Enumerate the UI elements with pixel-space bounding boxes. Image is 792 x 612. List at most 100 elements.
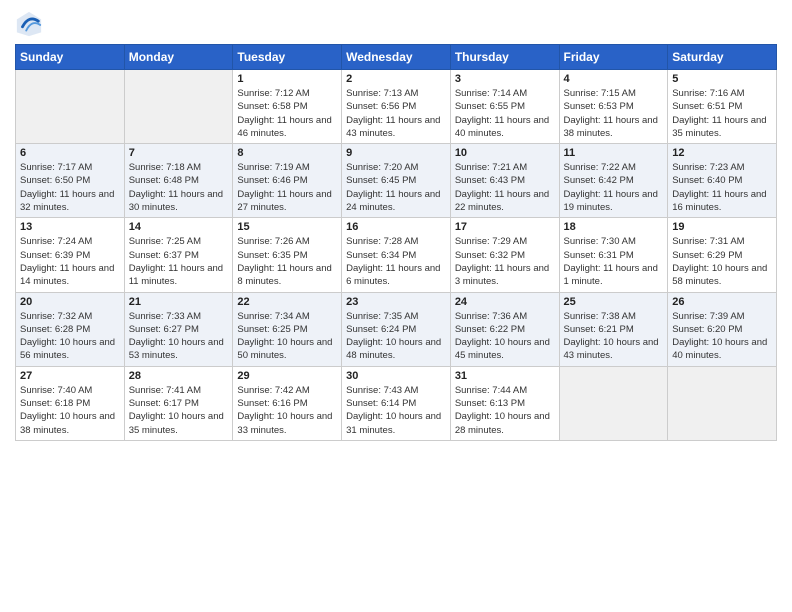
day-info: Sunrise: 7:23 AM Sunset: 6:40 PM Dayligh… — [672, 161, 772, 214]
calendar-body: 1 Sunrise: 7:12 AM Sunset: 6:58 PM Daylig… — [16, 70, 777, 441]
calendar-cell: 12 Sunrise: 7:23 AM Sunset: 6:40 PM Dayli… — [668, 144, 777, 218]
day-number: 14 — [129, 221, 229, 233]
day-number: 3 — [455, 73, 555, 85]
day-info: Sunrise: 7:30 AM Sunset: 6:31 PM Dayligh… — [564, 235, 664, 288]
day-info: Sunrise: 7:20 AM Sunset: 6:45 PM Dayligh… — [346, 161, 446, 214]
calendar-cell: 17 Sunrise: 7:29 AM Sunset: 6:32 PM Dayli… — [450, 218, 559, 292]
calendar-cell: 5 Sunrise: 7:16 AM Sunset: 6:51 PM Daylig… — [668, 70, 777, 144]
calendar-cell: 19Sunrise: 7:31 AM Sunset: 6:29 PM Dayli… — [668, 218, 777, 292]
calendar-cell: 11 Sunrise: 7:22 AM Sunset: 6:42 PM Dayli… — [559, 144, 668, 218]
day-info: Sunrise: 7:15 AM Sunset: 6:53 PM Dayligh… — [564, 87, 664, 140]
day-info: Sunrise: 7:16 AM Sunset: 6:51 PM Dayligh… — [672, 87, 772, 140]
calendar-cell — [124, 70, 233, 144]
day-info: Sunrise: 7:38 AM Sunset: 6:21 PM Dayligh… — [564, 310, 664, 363]
day-number: 1 — [237, 73, 337, 85]
day-info: Sunrise: 7:13 AM Sunset: 6:56 PM Dayligh… — [346, 87, 446, 140]
calendar-cell: 29 Sunrise: 7:42 AM Sunset: 6:16 PM Dayli… — [233, 366, 342, 440]
calendar-table: Sunday Monday Tuesday Wednesday Thursday… — [15, 44, 777, 441]
calendar-cell: 25 Sunrise: 7:38 AM Sunset: 6:21 PM Dayli… — [559, 292, 668, 366]
day-number: 18 — [564, 221, 664, 233]
calendar-cell: 20 Sunrise: 7:32 AM Sunset: 6:28 PM Dayli… — [16, 292, 125, 366]
day-info: Sunrise: 7:35 AM Sunset: 6:24 PM Dayligh… — [346, 310, 446, 363]
day-number: 25 — [564, 296, 664, 308]
day-info: Sunrise: 7:14 AM Sunset: 6:55 PM Dayligh… — [455, 87, 555, 140]
calendar-cell: 16Sunrise: 7:28 AM Sunset: 6:34 PM Dayli… — [342, 218, 451, 292]
col-thursday: Thursday — [450, 45, 559, 70]
calendar-cell — [16, 70, 125, 144]
day-number: 10 — [455, 147, 555, 159]
day-info: Sunrise: 7:44 AM Sunset: 6:13 PM Dayligh… — [455, 384, 555, 437]
day-number: 31 — [455, 370, 555, 382]
day-number: 12 — [672, 147, 772, 159]
calendar-cell: 2 Sunrise: 7:13 AM Sunset: 6:56 PM Daylig… — [342, 70, 451, 144]
day-info: Sunrise: 7:41 AM Sunset: 6:17 PM Dayligh… — [129, 384, 229, 437]
day-number: 20 — [20, 296, 120, 308]
calendar-cell: 8 Sunrise: 7:19 AM Sunset: 6:46 PM Daylig… — [233, 144, 342, 218]
calendar-cell: 1 Sunrise: 7:12 AM Sunset: 6:58 PM Daylig… — [233, 70, 342, 144]
day-number: 15 — [237, 221, 337, 233]
col-friday: Friday — [559, 45, 668, 70]
calendar-cell: 13 Sunrise: 7:24 AM Sunset: 6:39 PM Dayli… — [16, 218, 125, 292]
day-info: Sunrise: 7:40 AM Sunset: 6:18 PM Dayligh… — [20, 384, 120, 437]
calendar-cell — [559, 366, 668, 440]
day-info: Sunrise: 7:26 AM Sunset: 6:35 PM Dayligh… — [237, 235, 337, 288]
calendar-header: Sunday Monday Tuesday Wednesday Thursday… — [16, 45, 777, 70]
calendar-cell: 7 Sunrise: 7:18 AM Sunset: 6:48 PM Daylig… — [124, 144, 233, 218]
day-info: Sunrise: 7:25 AM Sunset: 6:37 PM Dayligh… — [129, 235, 229, 288]
day-info: Sunrise: 7:33 AM Sunset: 6:27 PM Dayligh… — [129, 310, 229, 363]
header — [15, 10, 777, 38]
day-info: Sunrise: 7:21 AM Sunset: 6:43 PM Dayligh… — [455, 161, 555, 214]
day-info: Sunrise: 7:22 AM Sunset: 6:42 PM Dayligh… — [564, 161, 664, 214]
day-number: 22 — [237, 296, 337, 308]
day-info: Sunrise: 7:32 AM Sunset: 6:28 PM Dayligh… — [20, 310, 120, 363]
day-info: Sunrise: 7:18 AM Sunset: 6:48 PM Dayligh… — [129, 161, 229, 214]
header-row: Sunday Monday Tuesday Wednesday Thursday… — [16, 45, 777, 70]
calendar-cell: 10 Sunrise: 7:21 AM Sunset: 6:43 PM Dayli… — [450, 144, 559, 218]
day-info: Sunrise: 7:24 AM Sunset: 6:39 PM Dayligh… — [20, 235, 120, 288]
day-number: 21 — [129, 296, 229, 308]
day-info: Sunrise: 7:29 AM Sunset: 6:32 PM Dayligh… — [455, 235, 555, 288]
calendar-cell: 23 Sunrise: 7:35 AM Sunset: 6:24 PM Dayli… — [342, 292, 451, 366]
day-number: 4 — [564, 73, 664, 85]
day-info: Sunrise: 7:36 AM Sunset: 6:22 PM Dayligh… — [455, 310, 555, 363]
day-info: Sunrise: 7:12 AM Sunset: 6:58 PM Dayligh… — [237, 87, 337, 140]
calendar-cell: 9 Sunrise: 7:20 AM Sunset: 6:45 PM Daylig… — [342, 144, 451, 218]
calendar-cell: 14 Sunrise: 7:25 AM Sunset: 6:37 PM Dayli… — [124, 218, 233, 292]
day-info: Sunrise: 7:28 AM Sunset: 6:34 PM Dayligh… — [346, 235, 446, 288]
day-info: Sunrise: 7:39 AM Sunset: 6:20 PM Dayligh… — [672, 310, 772, 363]
calendar-cell: 6Sunrise: 7:17 AM Sunset: 6:50 PM Daylig… — [16, 144, 125, 218]
day-number: 27 — [20, 370, 120, 382]
day-number: 7 — [129, 147, 229, 159]
calendar-cell: 31 Sunrise: 7:44 AM Sunset: 6:13 PM Dayli… — [450, 366, 559, 440]
col-wednesday: Wednesday — [342, 45, 451, 70]
day-info: Sunrise: 7:42 AM Sunset: 6:16 PM Dayligh… — [237, 384, 337, 437]
day-number: 11 — [564, 147, 664, 159]
day-number: 2 — [346, 73, 446, 85]
day-number: 23 — [346, 296, 446, 308]
calendar-week-1: 1 Sunrise: 7:12 AM Sunset: 6:58 PM Daylig… — [16, 70, 777, 144]
calendar-cell: 4 Sunrise: 7:15 AM Sunset: 6:53 PM Daylig… — [559, 70, 668, 144]
calendar-week-5: 27 Sunrise: 7:40 AM Sunset: 6:18 PM Dayli… — [16, 366, 777, 440]
calendar-cell: 30Sunrise: 7:43 AM Sunset: 6:14 PM Dayli… — [342, 366, 451, 440]
calendar-week-2: 6Sunrise: 7:17 AM Sunset: 6:50 PM Daylig… — [16, 144, 777, 218]
day-info: Sunrise: 7:43 AM Sunset: 6:14 PM Dayligh… — [346, 384, 446, 437]
calendar-cell: 22Sunrise: 7:34 AM Sunset: 6:25 PM Dayli… — [233, 292, 342, 366]
day-info: Sunrise: 7:31 AM Sunset: 6:29 PM Dayligh… — [672, 235, 772, 288]
day-number: 5 — [672, 73, 772, 85]
day-number: 24 — [455, 296, 555, 308]
calendar-cell: 15 Sunrise: 7:26 AM Sunset: 6:35 PM Dayli… — [233, 218, 342, 292]
day-number: 13 — [20, 221, 120, 233]
col-sunday: Sunday — [16, 45, 125, 70]
calendar-week-4: 20 Sunrise: 7:32 AM Sunset: 6:28 PM Dayli… — [16, 292, 777, 366]
day-info: Sunrise: 7:17 AM Sunset: 6:50 PM Dayligh… — [20, 161, 120, 214]
calendar-cell: 28 Sunrise: 7:41 AM Sunset: 6:17 PM Dayli… — [124, 366, 233, 440]
logo — [15, 10, 47, 38]
day-number: 8 — [237, 147, 337, 159]
day-number: 9 — [346, 147, 446, 159]
day-number: 17 — [455, 221, 555, 233]
calendar-cell: 3 Sunrise: 7:14 AM Sunset: 6:55 PM Daylig… — [450, 70, 559, 144]
day-number: 28 — [129, 370, 229, 382]
day-number: 29 — [237, 370, 337, 382]
calendar-cell: 18 Sunrise: 7:30 AM Sunset: 6:31 PM Dayli… — [559, 218, 668, 292]
day-info: Sunrise: 7:19 AM Sunset: 6:46 PM Dayligh… — [237, 161, 337, 214]
